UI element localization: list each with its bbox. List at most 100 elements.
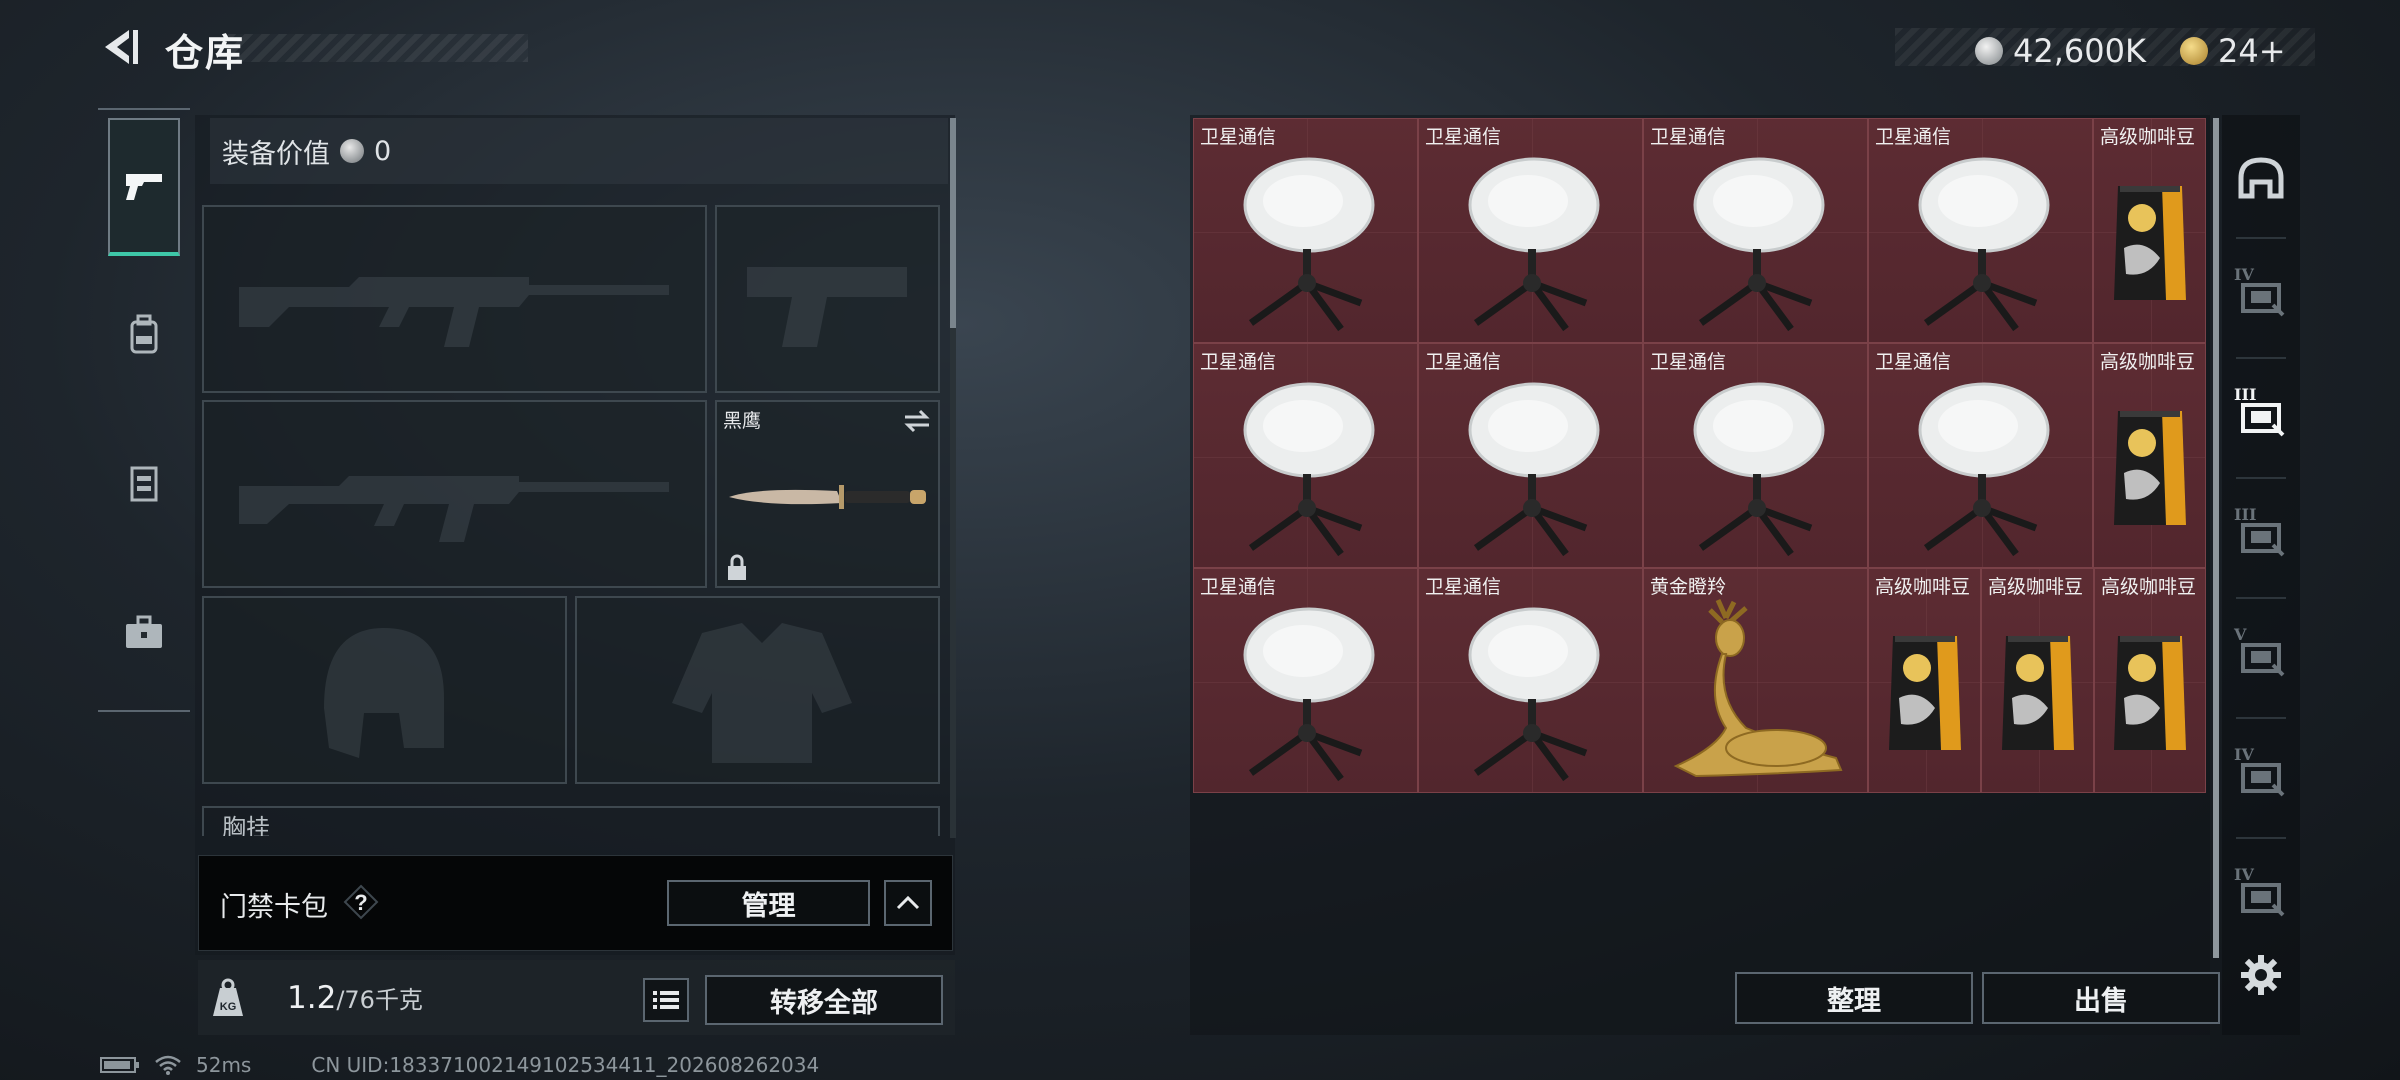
tab-vest[interactable]	[108, 443, 180, 523]
storage-scrollbar[interactable]	[2213, 118, 2219, 958]
back-button[interactable]	[95, 22, 150, 74]
manage-button[interactable]: 管理	[667, 880, 870, 926]
storage-item-satellite[interactable]: 卫星通信	[1418, 343, 1643, 568]
helmet-icon	[2238, 157, 2284, 199]
keycard-label: 门禁卡包	[220, 892, 328, 923]
transfer-all-button[interactable]: 转移全部	[705, 975, 943, 1025]
settings-button[interactable]	[2228, 935, 2294, 1015]
storage-item-satellite[interactable]: 卫星通信	[1643, 118, 1868, 343]
knife-icon	[729, 485, 926, 509]
briefcase-icon	[126, 615, 162, 648]
tier-label: V	[2234, 625, 2247, 644]
helmet-silhouette-icon	[324, 628, 444, 758]
storage-item-coffee[interactable]: 高级咖啡豆	[2094, 568, 2206, 793]
satellite-dish-icon	[1243, 382, 1374, 556]
ping-value: 52ms	[196, 1053, 252, 1077]
storage-item-satellite[interactable]: 卫星通信	[1643, 343, 1868, 568]
secondary-weapon-slot[interactable]	[202, 400, 707, 588]
tier-label: IV	[2234, 865, 2254, 884]
tier-label: III	[2234, 385, 2257, 404]
right-tab-1[interactable]: IV	[2228, 255, 2294, 335]
list-view-button[interactable]	[643, 978, 689, 1022]
right-tab-4[interactable]: V	[2228, 615, 2294, 695]
right-tab-2[interactable]: III	[2228, 375, 2294, 455]
tab-backpack[interactable]	[108, 295, 180, 375]
satellite-dish-icon	[1468, 382, 1599, 556]
rifle-silhouette-icon	[239, 476, 669, 542]
storage-item-satellite[interactable]: 卫星通信	[1868, 343, 2093, 568]
item-image	[1644, 593, 1867, 792]
item-image	[1419, 368, 1642, 567]
premium-coin-icon	[2180, 37, 2208, 65]
currency-secondary[interactable]: 24+	[2180, 32, 2286, 70]
right-tab-3[interactable]: III	[2228, 495, 2294, 575]
satellite-dish-icon	[1243, 607, 1374, 781]
storage-item-satellite[interactable]: 卫星通信	[1418, 118, 1643, 343]
currency-secondary-value: 24+	[2218, 32, 2286, 70]
gear-icon	[2241, 955, 2281, 995]
tab-case[interactable]	[108, 593, 180, 673]
page-title: 仓库	[165, 31, 246, 75]
storage-item-coffee[interactable]: 高级咖啡豆	[2093, 343, 2206, 568]
right-tab-5[interactable]: IV	[2228, 735, 2294, 815]
satellite-dish-icon	[1468, 157, 1599, 331]
right-tab-separator	[2236, 717, 2286, 719]
equipment-scroll-thumb[interactable]	[950, 118, 956, 328]
storage-item-coffee[interactable]: 高级咖啡豆	[1868, 568, 1981, 793]
back-arrow-icon	[105, 30, 138, 64]
storage-item-satellite[interactable]: 卫星通信	[1193, 568, 1418, 793]
coin-icon	[1975, 37, 2003, 65]
coin-icon	[340, 139, 364, 163]
coffee-bag-icon	[2001, 635, 2074, 750]
pistol-slot[interactable]	[715, 205, 940, 393]
weight-kg-icon: KG	[213, 978, 243, 1016]
helmet-slot[interactable]	[202, 596, 567, 784]
storage-item-gazelle[interactable]: 黄金瞪羚	[1643, 568, 1868, 793]
currency-primary: 42,600K	[1975, 32, 2146, 70]
storage-item-coffee[interactable]: 高级咖啡豆	[1981, 568, 2094, 793]
weight-max: /76千克	[336, 986, 423, 1014]
item-image	[2095, 593, 2205, 792]
right-tab-6[interactable]: IV	[2228, 855, 2294, 935]
pistol-silhouette-icon	[747, 267, 907, 347]
collapse-button[interactable]	[884, 880, 932, 926]
storage-grid: 卫星通信 卫星通信 卫星通信 卫星通信 高级咖啡豆 卫星通信 卫星通信 卫星通信 卫星通信 高级咖…	[1193, 118, 2206, 793]
item-image	[2094, 143, 2205, 342]
armor-slot[interactable]	[575, 596, 940, 784]
rifle-silhouette-icon	[239, 277, 669, 347]
right-tab-separator	[2236, 837, 2286, 839]
storage-item-coffee[interactable]: 高级咖啡豆	[2093, 118, 2206, 343]
satellite-dish-icon	[1693, 382, 1824, 556]
melee-slot[interactable]: 黑鹰	[715, 400, 940, 588]
equipment-value: 0	[374, 135, 392, 167]
storage-item-satellite[interactable]: 卫星通信	[1868, 118, 2093, 343]
satellite-dish-icon	[1468, 607, 1599, 781]
storage-item-satellite[interactable]: 卫星通信	[1193, 118, 1418, 343]
title-decoration	[228, 34, 528, 62]
storage-item-satellite[interactable]: 卫星通信	[1418, 568, 1643, 793]
sell-button[interactable]: 出售	[1982, 972, 2220, 1024]
primary-weapon-slot[interactable]	[202, 205, 707, 393]
weight-current: 1.2	[287, 980, 337, 1016]
right-tab-separator	[2236, 477, 2286, 479]
swap-icon[interactable]	[902, 408, 932, 434]
right-tab-0[interactable]	[2228, 138, 2294, 218]
satellite-dish-icon	[1243, 157, 1374, 331]
melee-name: 黑鹰	[723, 410, 762, 432]
sort-button[interactable]: 整理	[1735, 972, 1973, 1024]
item-image	[1982, 593, 2093, 792]
storage-item-satellite[interactable]: 卫星通信	[1193, 343, 1418, 568]
help-icon[interactable]: ?	[343, 884, 379, 920]
svg-text:KG: KG	[220, 1001, 237, 1013]
armor-silhouette-icon	[672, 623, 852, 763]
item-image	[1194, 368, 1417, 567]
satellite-dish-icon	[1918, 157, 2049, 331]
right-tab-separator	[2236, 597, 2286, 599]
tier-label: IV	[2234, 745, 2254, 764]
tier-label: III	[2234, 505, 2257, 524]
chevron-up-icon	[896, 895, 920, 910]
chest-rig-row[interactable]: 胸挂	[202, 806, 940, 836]
equipment-value-label: 装备价值	[222, 138, 330, 170]
tab-weapons[interactable]	[108, 118, 180, 256]
list-icon	[653, 991, 679, 1009]
